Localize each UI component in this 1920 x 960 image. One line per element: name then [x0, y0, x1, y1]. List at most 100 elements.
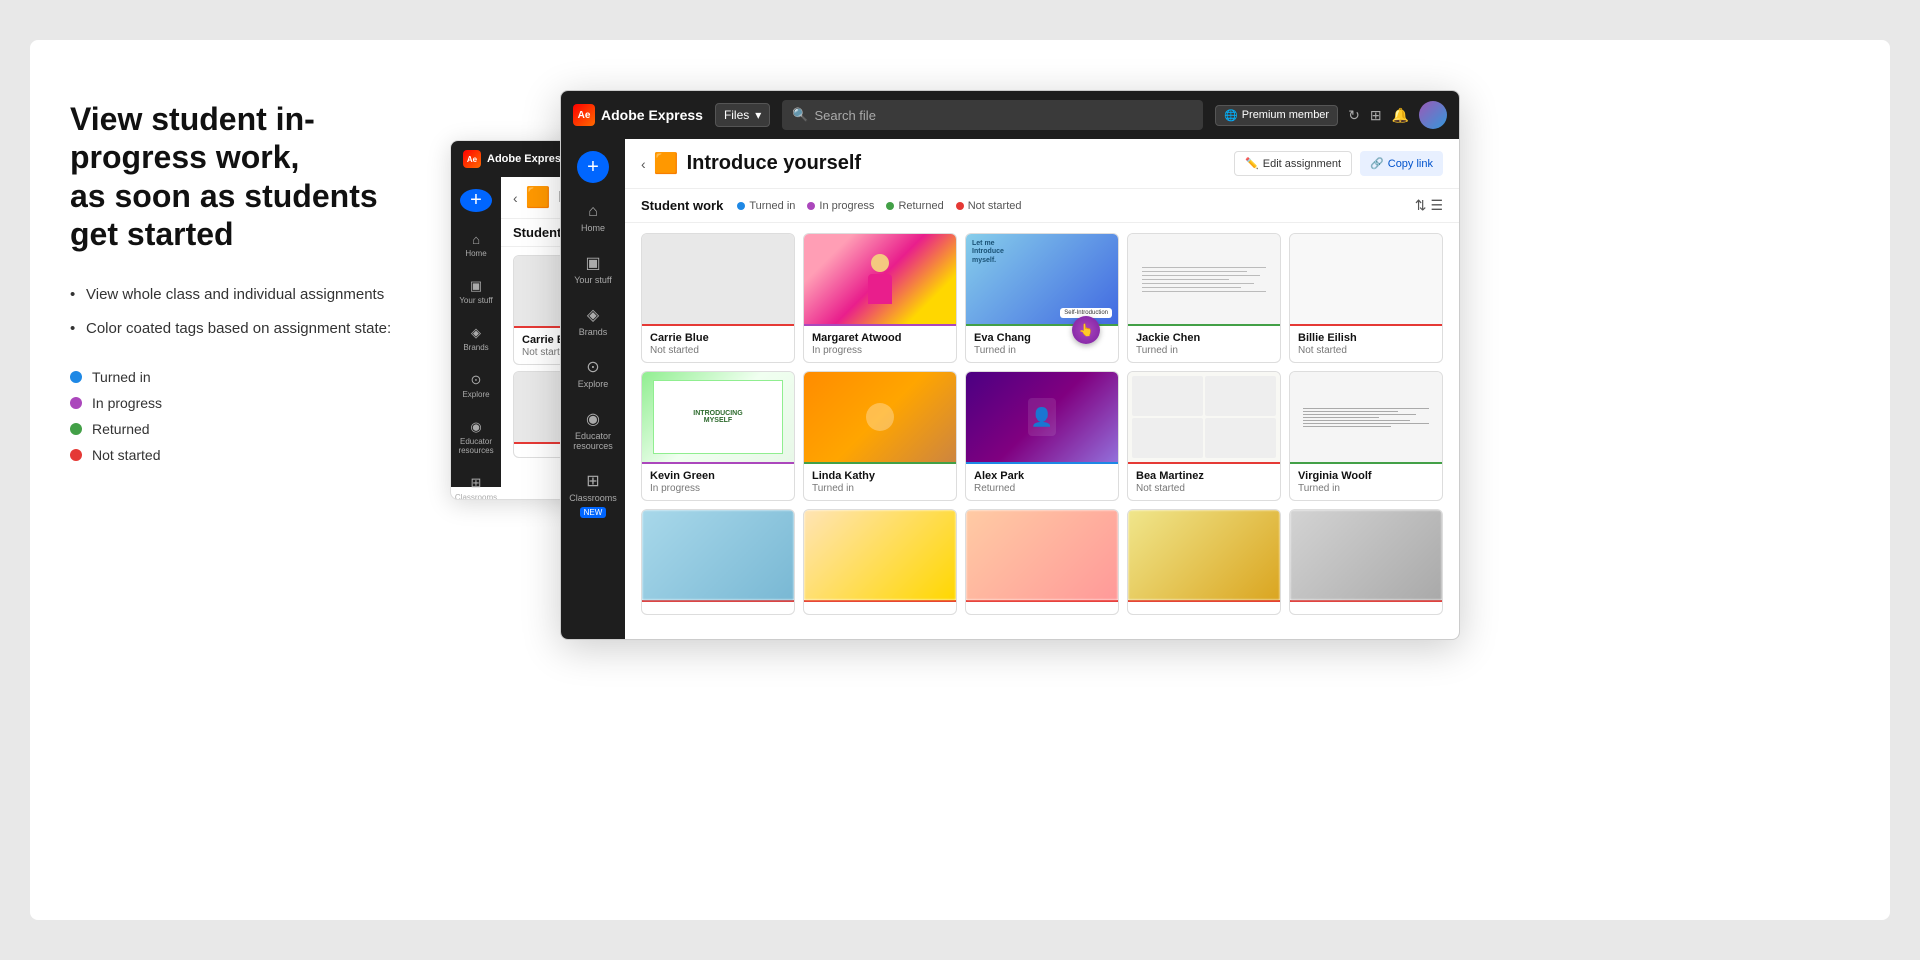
student-thumb-bea: [1128, 372, 1280, 462]
sidebar-classrooms-small[interactable]: ⊞ Classrooms NEW: [450, 467, 502, 500]
returned-dot: [70, 423, 82, 435]
grid-icon[interactable]: ⊞: [1370, 107, 1382, 124]
sidebar-edu-small[interactable]: ◉ Educator resources: [450, 411, 502, 463]
student-card-margaret[interactable]: Margaret Atwood In progress: [803, 233, 957, 363]
student-info-row3-3: [966, 600, 1118, 614]
tag-turned-in: Turned in: [70, 369, 410, 385]
returned-indicator-main: Returned: [886, 200, 943, 212]
turned-in-dot: [70, 371, 82, 383]
sidebar-main: + ⌂ Home ▣ Your stuff ◈ Brands ⊙: [561, 139, 625, 639]
stuff-icon-small: ▣: [470, 278, 482, 294]
student-info-row3-5: [1290, 600, 1442, 614]
student-card-row3-4[interactable]: [1127, 509, 1281, 615]
student-thumb-virginia: [1290, 372, 1442, 462]
sidebar-brands-small[interactable]: ◈ Brands: [450, 317, 502, 360]
sidebar-home-main[interactable]: ⌂ Home: [567, 195, 619, 241]
student-card-alex[interactable]: 👤 Alex Park Returned: [965, 371, 1119, 501]
edu-icon-small: ◉: [470, 419, 481, 435]
student-grid-main: Carrie Blue Not started: [625, 223, 1459, 625]
student-thumb-jackie: [1128, 234, 1280, 324]
user-avatar[interactable]: [1419, 101, 1447, 129]
sidebar-stuff-main[interactable]: ▣ Your stuff: [567, 245, 619, 293]
add-button-small[interactable]: +: [460, 189, 492, 212]
sidebar-explore-main[interactable]: ⊙ Explore: [567, 349, 619, 397]
student-card-carrie[interactable]: Carrie Blue Not started: [641, 233, 795, 363]
edit-assignment-button[interactable]: ✏️ Edit assignment: [1234, 151, 1352, 176]
sidebar-brands-main[interactable]: ◈ Brands: [567, 297, 619, 345]
cursor-overlay: 👆: [1072, 316, 1100, 344]
sidebar-classrooms-main[interactable]: ⊞ Classrooms NEW: [567, 463, 619, 526]
bullet-item-1: View whole class and individual assignme…: [70, 284, 410, 307]
add-button-main[interactable]: +: [577, 151, 609, 183]
student-thumb-margaret: [804, 234, 956, 324]
student-info-billie: Billie Eilish Not started: [1290, 324, 1442, 362]
classrooms-icon-small: ⊞: [471, 475, 482, 491]
turned-in-label: Turned in: [92, 369, 151, 385]
student-thumb-linda: [804, 372, 956, 462]
in-progress-indicator-main: In progress: [807, 200, 874, 212]
sidebar-stuff-small[interactable]: ▣ Your stuff: [450, 270, 502, 313]
stuff-icon-main: ▣: [585, 253, 600, 273]
files-dropdown-main[interactable]: Files ▾: [715, 103, 770, 127]
topbar-main: Ae Adobe Express Files ▾ 🔍 Search file 🌐…: [561, 91, 1459, 139]
student-card-virginia[interactable]: Virginia Woolf Turned in: [1289, 371, 1443, 501]
sidebar-explore-small[interactable]: ⊙ Explore: [450, 364, 502, 407]
main-heading: View student in-progress work, as soon a…: [70, 100, 410, 254]
student-info-carrie: Carrie Blue Not started: [642, 324, 794, 362]
copy-icon: 🔗: [1370, 157, 1384, 170]
left-panel: View student in-progress work, as soon a…: [70, 90, 410, 870]
student-thumb-row3-2: [804, 510, 956, 600]
bullet-item-2: Color coated tags based on assignment st…: [70, 318, 410, 341]
search-bar-main[interactable]: 🔍 Search file: [782, 100, 1203, 130]
copy-link-button[interactable]: 🔗 Copy link: [1360, 151, 1443, 176]
list-view-button[interactable]: ☰: [1430, 197, 1443, 214]
student-card-linda[interactable]: Linda Kathy Turned in: [803, 371, 957, 501]
student-card-billie[interactable]: Billie Eilish Not started: [1289, 233, 1443, 363]
student-thumb-billie: [1290, 234, 1442, 324]
view-controls: ⇅ ☰: [1415, 197, 1443, 214]
student-card-row3-2[interactable]: [803, 509, 957, 615]
student-info-row3-4: [1128, 600, 1280, 614]
back-button-main[interactable]: ‹: [641, 156, 646, 172]
sidebar-home-small[interactable]: ⌂ Home: [450, 224, 502, 266]
in-progress-dot: [70, 397, 82, 409]
search-icon-main: 🔍: [792, 107, 808, 123]
student-info-jackie: Jackie Chen Turned in: [1128, 324, 1280, 362]
turned-in-dot-main: [737, 202, 745, 210]
sidebar-edu-main[interactable]: ◉ Educator resources: [567, 401, 619, 459]
bell-icon[interactable]: 🔔: [1392, 107, 1409, 124]
explore-icon-small: ⊙: [471, 372, 482, 388]
refresh-icon[interactable]: ↻: [1348, 107, 1360, 124]
in-progress-dot-main: [807, 202, 815, 210]
student-info-virginia: Virginia Woolf Turned in: [1290, 462, 1442, 500]
student-card-row3-5[interactable]: [1289, 509, 1443, 615]
student-card-bea[interactable]: Bea Martinez Not started: [1127, 371, 1281, 501]
student-info-row3-1: [642, 600, 794, 614]
tag-not-started: Not started: [70, 447, 410, 463]
student-card-eva[interactable]: Let meIntroducemyself. Self-Introduction…: [965, 233, 1119, 363]
app-window-foreground: Ae Adobe Express Files ▾ 🔍 Search file 🌐…: [560, 90, 1460, 640]
color-tags: Turned in In progress Returned Not start…: [70, 369, 410, 463]
sort-button[interactable]: ⇅: [1415, 197, 1427, 214]
assignment-header-main: ‹ 🟧 Introduce yourself ✏️ Edit assignmen…: [625, 139, 1459, 189]
student-work-label-main: Student work: [641, 198, 723, 213]
student-thumb-row3-1: [642, 510, 794, 600]
in-progress-label: In progress: [92, 395, 162, 411]
student-card-row3-3[interactable]: [965, 509, 1119, 615]
edit-icon: ✏️: [1245, 157, 1259, 170]
main-content-main: ‹ 🟧 Introduce yourself ✏️ Edit assignmen…: [625, 139, 1459, 639]
app-body-main: + ⌂ Home ▣ Your stuff ◈ Brands ⊙: [561, 139, 1459, 639]
explore-icon-main: ⊙: [586, 357, 599, 377]
student-thumb-row3-3: [966, 510, 1118, 600]
student-card-kevin[interactable]: INTRODUCINGMYSELF Kevin Green In progres…: [641, 371, 795, 501]
student-info-row3-2: [804, 600, 956, 614]
edu-icon-main: ◉: [586, 409, 600, 429]
student-card-jackie[interactable]: Jackie Chen Turned in: [1127, 233, 1281, 363]
back-button-small[interactable]: ‹: [513, 190, 518, 206]
assignment-actions: ✏️ Edit assignment 🔗 Copy link: [1234, 151, 1443, 176]
adobe-logo-main: Ae: [573, 104, 595, 126]
student-card-row3-1[interactable]: [641, 509, 795, 615]
adobe-logo-small: Ae: [463, 150, 481, 168]
brands-icon-main: ◈: [587, 305, 599, 325]
returned-dot-main: [886, 202, 894, 210]
